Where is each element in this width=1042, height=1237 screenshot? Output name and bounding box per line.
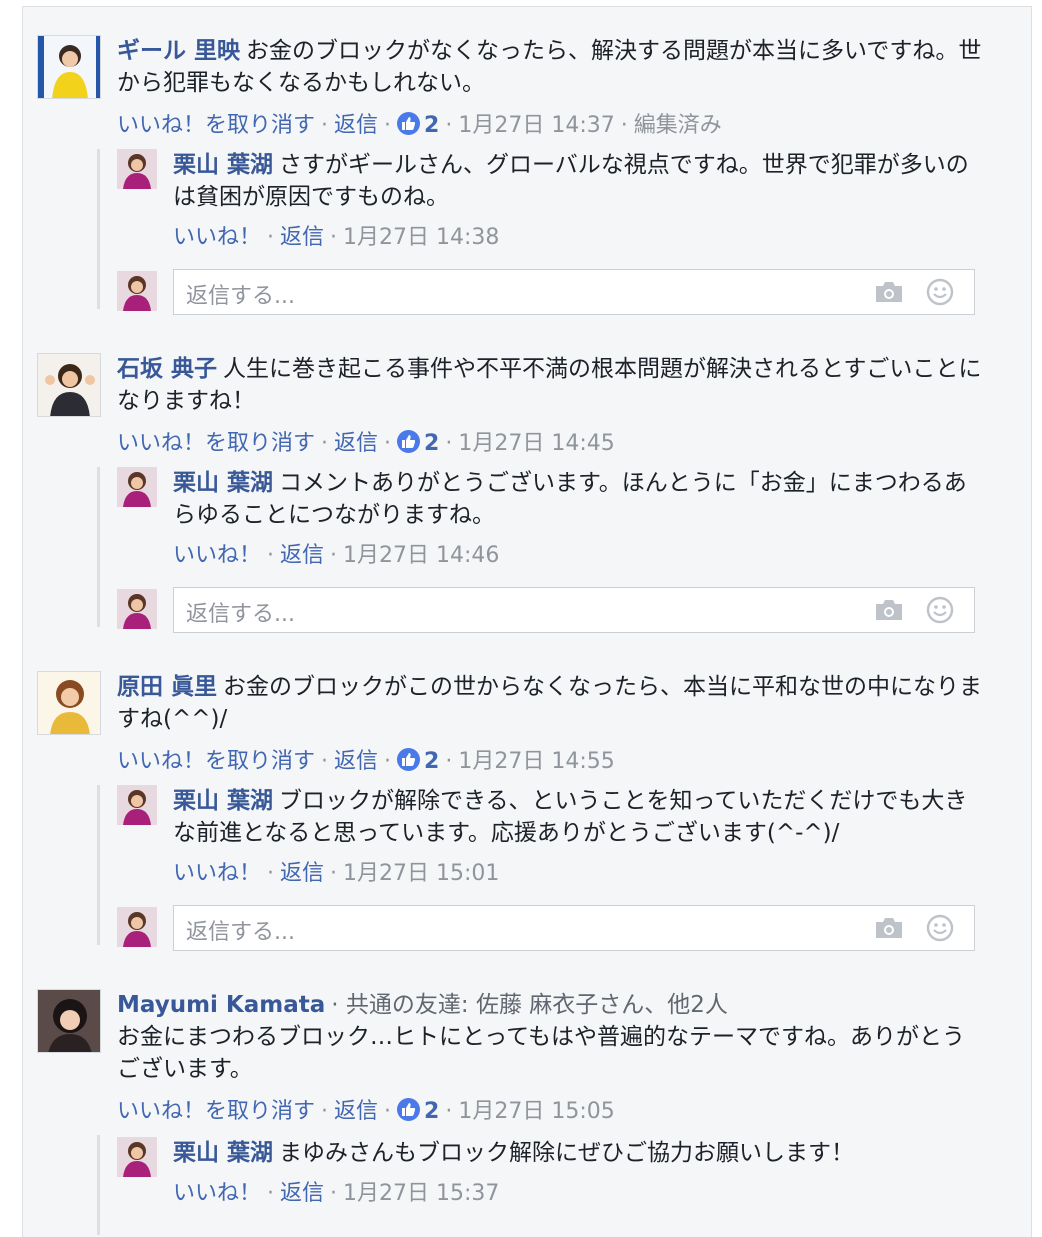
avatar[interactable] [37, 671, 101, 735]
reply-time[interactable]: 1月27日 14:38 [343, 225, 499, 250]
reply-avatar[interactable] [117, 149, 157, 189]
comment-time[interactable]: 1月27日 14:37 [458, 113, 614, 138]
unlike-link[interactable]: いいね！を取り消す [117, 113, 315, 138]
reply-link[interactable]: 返信 [280, 543, 324, 568]
comment-text: お金にまつわるブロック…ヒトにとってもはや普遍的なテーマですね。ありがとうござい… [117, 1024, 966, 1082]
camera-icon[interactable] [874, 280, 904, 308]
reply-time[interactable]: 1月27日 15:01 [343, 861, 499, 886]
comment-time[interactable]: 1月27日 15:05 [458, 1099, 614, 1124]
avatar[interactable] [37, 353, 101, 417]
reply-link[interactable]: 返信 [334, 1099, 378, 1124]
comment-author[interactable]: Mayumi Kamata [117, 992, 325, 1018]
reply-rail [97, 149, 100, 309]
like-badge-icon[interactable] [397, 112, 421, 135]
like-count[interactable]: 2 [424, 113, 439, 138]
edited-label[interactable]: 編集済み [634, 113, 722, 138]
reply-text: ブロックが解除できる、ということを知っていただくだけでも大きな前進となると思って… [173, 788, 968, 846]
comment-time[interactable]: 1月27日 14:55 [458, 749, 614, 774]
reply-body: 栗山 葉湖 ブロックが解除できる、ということを知っていただくだけでも大きな前進とな… [173, 785, 973, 849]
like-link[interactable]: いいね！ [173, 1181, 261, 1206]
reply-text: まゆみさんもブロック解除にぜひご協力お願いします！ [279, 1140, 855, 1166]
comment-actions: いいね！を取り消す · 返信 · 2 · 1月27日 14:45 [117, 430, 615, 456]
like-link[interactable]: いいね！ [173, 225, 261, 250]
my-avatar [117, 589, 157, 629]
comment-actions: いいね！を取り消す · 返信 · 2 · 1月27日 15:05 [117, 1098, 615, 1124]
reply-input[interactable]: 返信する... [173, 905, 975, 951]
reply-rail [97, 467, 100, 627]
reply-link[interactable]: 返信 [280, 225, 324, 250]
reply-avatar[interactable] [117, 1137, 157, 1177]
like-badge-icon[interactable] [397, 1098, 421, 1121]
camera-icon[interactable] [874, 598, 904, 626]
comment-body: Mayumi Kamata · 共通の友達: 佐藤 麻衣子さん、他2人お金にまつわ… [117, 989, 987, 1085]
reply-text: さすがギールさん、グローバルな視点ですね。世界で犯罪が多いのは貧困が原因ですもの… [173, 152, 969, 210]
unlike-link[interactable]: いいね！を取り消す [117, 749, 315, 774]
mutual-friends[interactable]: · 共通の友達: 佐藤 麻衣子さん、他2人 [331, 992, 728, 1018]
camera-icon[interactable] [874, 916, 904, 944]
comment-author[interactable]: ギール 里映 [117, 38, 240, 64]
comments-panel: ギール 里映 お金のブロックがなくなったら、解決する問題が本当に多いですね。世から… [22, 6, 1032, 1237]
avatar[interactable] [37, 989, 101, 1053]
like-badge-icon[interactable] [397, 748, 421, 771]
reply-link[interactable]: 返信 [334, 431, 378, 456]
comment-text: お金のブロックがなくなったら、解決する問題が本当に多いですね。世から犯罪もなくな… [117, 38, 982, 96]
reply-placeholder: 返信する... [186, 602, 295, 627]
emoji-icon[interactable] [926, 914, 954, 946]
like-link[interactable]: いいね！ [173, 543, 261, 568]
comment-author[interactable]: 原田 眞里 [117, 674, 217, 700]
reply-link[interactable]: 返信 [280, 861, 324, 886]
reply-actions: いいね！ · 返信 · 1月27日 15:37 [173, 1181, 500, 1206]
like-count[interactable]: 2 [424, 431, 439, 456]
reply-input[interactable]: 返信する... [173, 587, 975, 633]
reply-avatar[interactable] [117, 785, 157, 825]
reply-rail [97, 1135, 100, 1235]
reply-body: 栗山 葉湖 コメントありがとうございます。ほんとうに「お金」にまつわるあらゆること… [173, 467, 973, 531]
comment-actions: いいね！を取り消す · 返信 · 2 · 1月27日 14:55 [117, 748, 615, 774]
unlike-link[interactable]: いいね！を取り消す [117, 1099, 315, 1124]
reply-time[interactable]: 1月27日 15:37 [343, 1181, 499, 1206]
reply-link[interactable]: 返信 [334, 749, 378, 774]
reply-link[interactable]: 返信 [334, 113, 378, 138]
reply-author[interactable]: 栗山 葉湖 [173, 152, 273, 178]
comment-author[interactable]: 石坂 典子 [117, 356, 217, 382]
emoji-icon[interactable] [926, 596, 954, 628]
reply-rail [97, 785, 100, 945]
my-avatar [117, 907, 157, 947]
reply-body: 栗山 葉湖 さすがギールさん、グローバルな視点ですね。世界で犯罪が多いのは貧困が原… [173, 149, 973, 213]
unlike-link[interactable]: いいね！を取り消す [117, 431, 315, 456]
reply-avatar[interactable] [117, 467, 157, 507]
reply-actions: いいね！ · 返信 · 1月27日 14:46 [173, 543, 500, 568]
reply-author[interactable]: 栗山 葉湖 [173, 1140, 273, 1166]
comment-actions: いいね！を取り消す · 返信 · 2 · 1月27日 14:37 · 編集済み [117, 112, 722, 138]
comment-body: 原田 眞里 お金のブロックがこの世からなくなったら、本当に平和な世の中になりますね… [117, 671, 987, 735]
emoji-icon[interactable] [926, 278, 954, 310]
comment-body: ギール 里映 お金のブロックがなくなったら、解決する問題が本当に多いですね。世から… [117, 35, 987, 99]
like-count[interactable]: 2 [424, 749, 439, 774]
reply-actions: いいね！ · 返信 · 1月27日 15:01 [173, 861, 500, 886]
reply-actions: いいね！ · 返信 · 1月27日 14:38 [173, 225, 500, 250]
comment-text: 人生に巻き起こる事件や不平不満の根本問題が解決されるとすごいことになりますね！ [117, 356, 982, 414]
comment-body: 石坂 典子 人生に巻き起こる事件や不平不満の根本問題が解決されるとすごいことになり… [117, 353, 987, 417]
reply-placeholder: 返信する... [186, 920, 295, 945]
reply-input[interactable]: 返信する... [173, 269, 975, 315]
reply-link[interactable]: 返信 [280, 1181, 324, 1206]
avatar[interactable] [37, 35, 101, 99]
mutual-friends-text: 共通の友達: 佐藤 麻衣子さん、他2人 [345, 992, 728, 1018]
reply-author[interactable]: 栗山 葉湖 [173, 788, 273, 814]
like-count[interactable]: 2 [424, 1099, 439, 1124]
comment-time[interactable]: 1月27日 14:45 [458, 431, 614, 456]
like-link[interactable]: いいね！ [173, 861, 261, 886]
my-avatar [117, 271, 157, 311]
reply-body: 栗山 葉湖 まゆみさんもブロック解除にぜひご協力お願いします！ [173, 1137, 973, 1169]
reply-time[interactable]: 1月27日 14:46 [343, 543, 499, 568]
reply-author[interactable]: 栗山 葉湖 [173, 470, 273, 496]
comment-text: お金のブロックがこの世からなくなったら、本当に平和な世の中になりますね(^^)/ [117, 674, 983, 732]
reply-text: コメントありがとうございます。ほんとうに「お金」にまつわるあらゆることにつながり… [173, 470, 967, 528]
like-badge-icon[interactable] [397, 430, 421, 453]
reply-placeholder: 返信する... [186, 284, 295, 309]
